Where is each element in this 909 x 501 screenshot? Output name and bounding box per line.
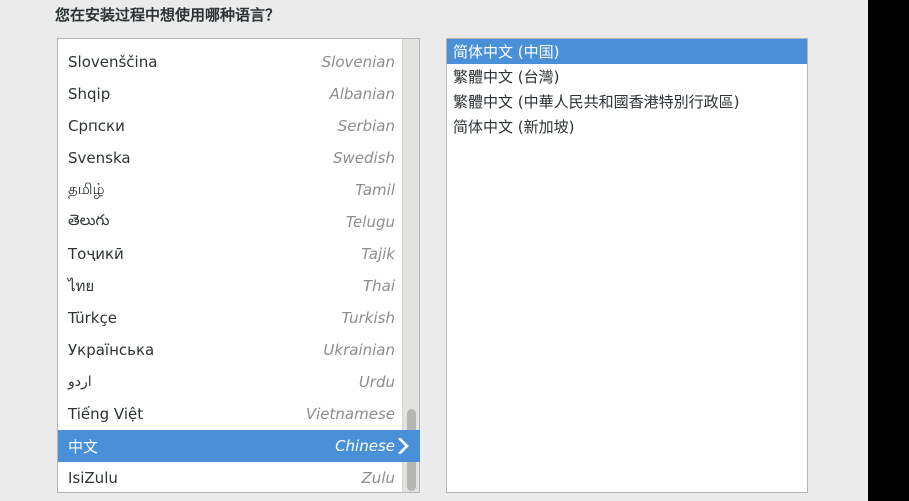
locale-variant-row[interactable]: 繁體中文 (中華人民共和國香港特別行政區) — [447, 89, 807, 114]
language-row[interactable]: Shqip Albanian — [58, 78, 403, 110]
locale-variant-row[interactable]: 简体中文 (中国) — [447, 39, 807, 64]
language-native-name: اردو — [68, 374, 92, 390]
language-row[interactable]: Türkçe Turkish — [58, 302, 403, 334]
language-native-name: తెలుగు — [68, 211, 110, 229]
language-english-name: Thai — [362, 277, 395, 295]
language-english-name: Serbian — [337, 117, 395, 135]
language-row[interactable]: Українська Ukrainian — [58, 334, 403, 366]
language-row[interactable]: IsiZulu Zulu — [58, 462, 403, 492]
language-english-name: Chinese — [335, 437, 395, 455]
language-native-name: Shqip — [68, 85, 111, 103]
language-row[interactable]: Tiếng Việt Vietnamese — [58, 398, 403, 430]
selected-row-submenu-indicator[interactable] — [396, 430, 420, 462]
language-list-scrollbar[interactable] — [402, 39, 419, 492]
language-native-name: Српски — [68, 117, 125, 135]
language-native-name: Türkçe — [68, 309, 117, 327]
language-row[interactable]: Svenska Swedish — [58, 142, 403, 174]
language-native-name: தமிழ் — [68, 180, 105, 198]
language-native-name: Тоҷикӣ — [68, 245, 124, 263]
language-english-name: Albanian — [329, 85, 395, 103]
language-english-name: Tamil — [355, 181, 395, 199]
chevron-right-icon — [398, 438, 409, 454]
language-native-name: ไทย — [68, 277, 95, 295]
locale-variant-row[interactable]: 简体中文 (新加坡) — [447, 114, 807, 139]
language-row[interactable]: తెలుగు Telugu — [58, 206, 403, 238]
language-english-name: Slovenian — [321, 53, 395, 71]
language-row[interactable]: Тоҷикӣ Tajik — [58, 238, 403, 270]
language-list[interactable]: Slovenščina Slovenian Shqip Albanian Српски S… — [58, 46, 403, 492]
language-english-name: Turkish — [341, 309, 395, 327]
language-native-name: Slovenščina — [68, 53, 158, 71]
language-row[interactable]: 中文 Chinese — [58, 430, 403, 462]
language-english-name: Swedish — [332, 149, 395, 167]
language-list-panel: Slovenščina Slovenian Shqip Albanian Српски S… — [57, 38, 420, 493]
language-row[interactable]: தமிழ் Tamil — [58, 174, 403, 206]
language-english-name: Telugu — [345, 213, 395, 231]
language-row[interactable]: ไทย Thai — [58, 270, 403, 302]
language-english-name: Tajik — [361, 245, 395, 263]
language-row[interactable]: Српски Serbian — [58, 110, 403, 142]
locale-variant-panel[interactable]: 简体中文 (中国) 繁體中文 (台灣) 繁體中文 (中華人民共和國香港特別行政區) 简… — [446, 38, 808, 493]
screen-edge-filler — [868, 0, 909, 501]
language-native-name: IsiZulu — [68, 469, 118, 487]
page-title: 您在安装过程中想使用哪种语言？ — [55, 6, 281, 25]
language-native-name: Українська — [68, 341, 155, 359]
language-native-name: 中文 — [68, 437, 99, 456]
language-english-name: Urdu — [358, 373, 395, 391]
language-row[interactable]: Slovenščina Slovenian — [58, 46, 403, 78]
language-native-name: Svenska — [68, 149, 131, 167]
language-english-name: Vietnamese — [305, 405, 395, 423]
language-row[interactable]: اردو Urdu — [58, 366, 403, 398]
locale-variant-row[interactable]: 繁體中文 (台灣) — [447, 64, 807, 89]
language-english-name: Ukrainian — [323, 341, 395, 359]
language-native-name: Tiếng Việt — [68, 405, 144, 423]
language-english-name: Zulu — [361, 469, 395, 487]
installer-language-screen: 您在安装过程中想使用哪种语言？ Slovenščina Slovenian Shqi… — [0, 0, 909, 501]
